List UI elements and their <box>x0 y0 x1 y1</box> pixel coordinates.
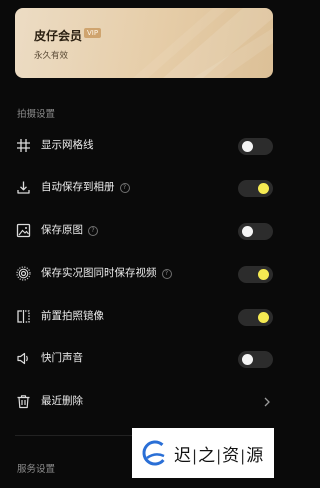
vip-membership-card[interactable]: 皮仔会员 VIP 永久有效 <box>15 8 273 78</box>
setting-label-text: 自动保存到相册 <box>41 181 115 193</box>
setting-row-shutter-sound[interactable]: 快门声音 <box>0 340 284 378</box>
watermark-text: 迟|之|资|源 <box>174 441 264 466</box>
vip-title: 皮仔会员 <box>34 29 83 43</box>
setting-row-front-mirror[interactable]: 前置拍照镜像 <box>0 298 284 336</box>
vip-card-pattern-icon <box>133 8 273 78</box>
speaker-icon <box>17 352 28 365</box>
setting-row-recently-deleted[interactable]: 最近删除 <box>0 383 284 421</box>
setting-row-auto-save[interactable]: 自动保存到相册? <box>0 169 284 207</box>
setting-row-live-photo[interactable]: 保存实况图同时保存视频? <box>0 255 284 293</box>
setting-label: 保存实况图同时保存视频? <box>41 266 172 281</box>
auto-save-toggle[interactable] <box>238 180 273 197</box>
chevron-right-icon <box>264 397 270 407</box>
live-photo-icon <box>16 266 31 281</box>
watermark-char: 资 <box>222 445 241 466</box>
mirror-icon <box>17 310 30 323</box>
shutter-sound-toggle[interactable] <box>238 351 273 368</box>
front-mirror-toggle[interactable] <box>238 309 273 326</box>
vip-validity: 永久有效 <box>34 51 69 61</box>
toggle-knob <box>242 226 253 237</box>
help-icon[interactable]: ? <box>161 269 172 279</box>
live-photo-toggle[interactable] <box>238 266 273 283</box>
setting-label-text: 保存原图 <box>41 224 83 236</box>
setting-row-save-original[interactable]: 保存原图? <box>0 212 284 250</box>
save-original-toggle[interactable] <box>238 223 273 240</box>
toggle-knob <box>258 183 269 194</box>
watermark-overlay: 迟|之|资|源 <box>132 428 274 478</box>
trash-icon <box>17 395 30 409</box>
image-icon <box>16 223 31 238</box>
vip-badge: VIP <box>84 28 102 38</box>
toggle-knob <box>242 141 253 152</box>
watermark-char: 之 <box>198 445 217 466</box>
help-icon[interactable]: ? <box>88 226 98 236</box>
setting-label: 最近删除 <box>41 395 83 407</box>
setting-label: 显示网格线 <box>41 139 94 151</box>
help-icon[interactable]: ? <box>119 183 130 193</box>
grid-icon <box>17 139 30 152</box>
watermark-char: 源 <box>246 445 265 466</box>
section-title-shooting: 拍摄设置 <box>17 109 56 120</box>
watermark-logo-icon <box>142 440 168 466</box>
grid-toggle[interactable] <box>238 138 273 155</box>
setting-label: 保存原图? <box>41 223 98 238</box>
toggle-knob <box>258 312 269 323</box>
toggle-knob <box>242 354 253 365</box>
setting-label-text: 保存实况图同时保存视频 <box>41 267 157 279</box>
download-icon <box>17 181 30 194</box>
setting-label: 前置拍照镜像 <box>41 310 104 322</box>
section-title-service: 服务设置 <box>17 464 56 475</box>
toggle-knob <box>258 269 269 280</box>
setting-label: 自动保存到相册? <box>41 180 130 195</box>
setting-row-grid[interactable]: 显示网格线 <box>0 127 284 165</box>
watermark-char: 迟 <box>174 445 192 466</box>
setting-label: 快门声音 <box>41 352 83 364</box>
